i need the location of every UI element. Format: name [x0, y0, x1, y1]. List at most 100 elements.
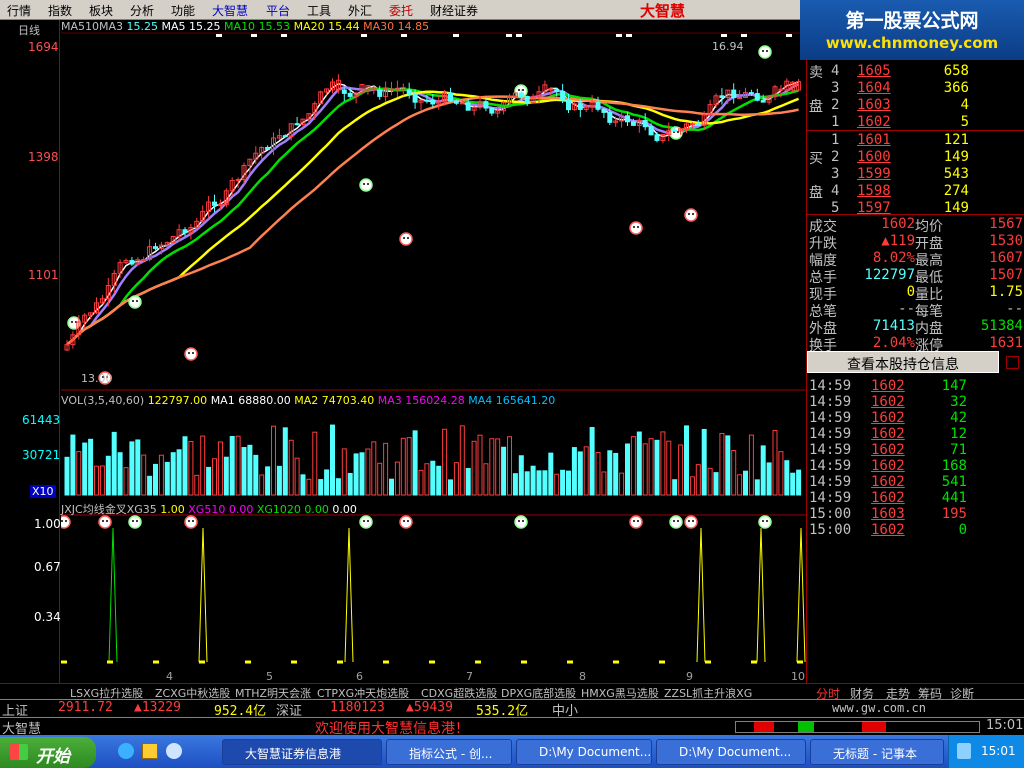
menu-tools[interactable]: 工具 [307, 2, 331, 19]
sell-price[interactable]: 1603 [857, 97, 891, 113]
signal-spike [696, 527, 706, 663]
buy-volume: 149 [943, 149, 969, 165]
sh-value: 2911.72 [58, 700, 113, 715]
candle-body [412, 93, 418, 103]
volume-bar [566, 470, 571, 496]
volume-bar [265, 466, 271, 496]
candle-body [601, 108, 607, 113]
buy-price[interactable]: 1598 [857, 183, 891, 199]
signal-spikes [61, 527, 807, 664]
menu-dzh[interactable]: 大智慧 [212, 2, 248, 19]
volume-bar [760, 445, 766, 496]
sell-level: 1 [831, 114, 840, 130]
panel-toggle[interactable] [1006, 356, 1019, 369]
start-button[interactable]: 开始 [0, 737, 96, 768]
top-marker [251, 34, 257, 37]
candle-body [524, 95, 530, 104]
tick-time: 14:59 [809, 458, 852, 474]
menu-order[interactable]: 委托 [389, 2, 413, 19]
candle-body [577, 103, 583, 110]
task-dzh[interactable]: 大智慧证券信息港 [222, 739, 382, 765]
tick-price: 1602 [871, 522, 905, 538]
volume-bar [117, 452, 123, 496]
volume-bar [182, 436, 188, 496]
task-notepad[interactable]: 无标题 - 记事本 [810, 739, 944, 765]
stat-value: 71413 [872, 318, 915, 334]
buy-price[interactable]: 1601 [857, 132, 891, 148]
candle-body [459, 102, 465, 105]
menu-index[interactable]: 指数 [48, 2, 72, 19]
volume-bar [695, 464, 701, 496]
stat-value: 1567 [989, 216, 1023, 232]
volume-bar [660, 431, 666, 496]
volume-bar [595, 451, 601, 496]
top-marker [506, 34, 512, 37]
menu-forex[interactable]: 外汇 [348, 2, 372, 19]
ie-icon[interactable] [118, 743, 134, 759]
volume-bar [772, 429, 778, 496]
volume-bar [648, 438, 654, 496]
stat-value: -- [898, 301, 915, 317]
candle-body [595, 101, 601, 110]
volume-bar [353, 453, 359, 496]
ma-legend-item: MA30 14.85 [363, 20, 430, 33]
volume-bar [94, 465, 99, 496]
buy-price[interactable]: 1600 [857, 149, 891, 165]
volume-bar [583, 446, 589, 496]
kline-chart[interactable]: MA510MA3 15.25 MA5 15.25 MA10 15.53 MA20… [57, 20, 812, 685]
stat-value: 51384 [980, 318, 1023, 334]
signal-face-icon [669, 515, 683, 529]
candle-body [719, 95, 725, 98]
menu-platform[interactable]: 平台 [266, 2, 290, 19]
volume-bar [748, 434, 754, 496]
top-marker [281, 34, 287, 37]
menu-quotes[interactable]: 行情 [7, 2, 31, 19]
menu-analysis[interactable]: 分析 [130, 2, 154, 19]
windows-flag-icon [10, 744, 28, 760]
x-tick: 10 [791, 670, 805, 683]
top-markers [216, 34, 812, 37]
desktop-icon[interactable] [142, 743, 158, 759]
sell-price[interactable]: 1605 [857, 63, 891, 79]
volume-bar [536, 470, 542, 496]
volume-bar [619, 472, 625, 496]
candle-body [518, 92, 524, 97]
volume-bar [123, 467, 129, 496]
volume-bar [548, 452, 554, 496]
task-formula[interactable]: 指标公式 - 创... [386, 739, 512, 765]
media-icon[interactable] [166, 743, 182, 759]
signal-face-icon [128, 515, 142, 529]
holding-info-button[interactable]: 查看本股持仓信息 [807, 351, 999, 373]
candle-body [778, 88, 784, 91]
task-folder-2[interactable]: D:\My Document... [656, 739, 806, 765]
volume-scale[interactable]: X10 [30, 485, 56, 498]
face-eye [766, 520, 768, 522]
candle-body [347, 92, 353, 97]
signal-spike [198, 527, 208, 663]
volume-bar [766, 462, 772, 496]
low-label: 13.00 [81, 372, 113, 385]
volume-icon[interactable] [957, 743, 971, 759]
site-url[interactable]: www.gw.com.cn [832, 701, 926, 715]
sell-price[interactable]: 1602 [857, 114, 891, 130]
buy-price[interactable]: 1599 [857, 166, 891, 182]
volume-bar [436, 465, 442, 496]
candle-body [448, 92, 453, 102]
menu-finance[interactable]: 财经证券 [430, 2, 478, 19]
volume-bar [530, 465, 536, 496]
menu-sector[interactable]: 板块 [89, 2, 113, 19]
face-eye [363, 520, 365, 522]
top-marker [721, 34, 727, 37]
volume-bar [141, 454, 147, 496]
face-eye [192, 520, 194, 522]
menu-function[interactable]: 功能 [171, 2, 195, 19]
signal-face-icon [184, 515, 198, 529]
volume-bar [294, 457, 300, 496]
indicator-tick: 1.00 [34, 517, 61, 531]
task-folder-1[interactable]: D:\My Document... [516, 739, 652, 765]
sell-price[interactable]: 1604 [857, 80, 891, 96]
app-logo: 大智慧 [640, 2, 686, 20]
volume-bar [754, 479, 760, 496]
tick-time: 15:00 [809, 506, 852, 522]
tick-volume: 12 [950, 426, 967, 442]
